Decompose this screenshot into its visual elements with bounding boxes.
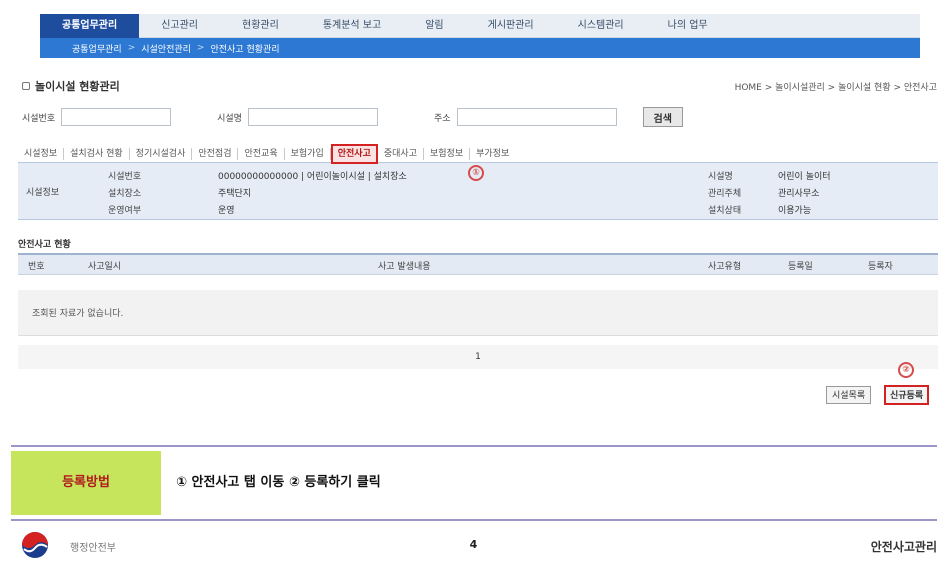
accident-table-header: 번호 사고일시 사고 발생내용 사고유형 등록일 등록자 bbox=[18, 253, 938, 275]
facility-info-label: 운영여부 bbox=[108, 206, 142, 216]
step-2-marker: ② bbox=[898, 362, 914, 378]
facility-info-label: 시설명 bbox=[708, 172, 733, 182]
facility-info-label: 설치상태 bbox=[708, 206, 742, 216]
search-row: 시설번호 시설명 주소 검색 bbox=[22, 106, 852, 128]
tab-periodic-inspection[interactable]: 정기시설검사 bbox=[130, 148, 193, 160]
column-header: 번호 bbox=[28, 262, 45, 272]
facility-number-input[interactable] bbox=[61, 108, 172, 126]
sub-nav-separator: > bbox=[127, 43, 136, 53]
accident-section-title: 안전사고 현황 bbox=[18, 240, 71, 250]
sub-nav-item[interactable]: 시설안전관리 bbox=[141, 42, 191, 55]
column-header: 사고 발생내용 bbox=[378, 262, 431, 272]
tab-extra-info[interactable]: 부가정보 bbox=[470, 148, 515, 160]
sub-nav-separator: > bbox=[196, 43, 205, 53]
address-input[interactable] bbox=[456, 108, 617, 126]
tab-major-accident[interactable]: 중대사고 bbox=[378, 148, 424, 160]
facility-info-value: 운영 bbox=[218, 206, 235, 216]
guide-label: 등록방법 bbox=[11, 451, 161, 515]
facility-info-category: 시설정보 bbox=[26, 188, 60, 198]
facility-info-value: 어린이 놀이터 bbox=[778, 172, 831, 182]
facility-info-label: 설치장소 bbox=[108, 189, 142, 199]
nav-item-notice[interactable]: 알림 bbox=[403, 14, 465, 38]
footer-title: 안전사고관리 bbox=[870, 540, 937, 554]
facility-name-label: 시설명 bbox=[217, 113, 242, 124]
facility-info-value: 주택단지 bbox=[218, 189, 252, 199]
tab-facility-info[interactable]: 시설정보 bbox=[18, 148, 65, 160]
column-header: 등록일 bbox=[788, 262, 813, 272]
sub-nav-item[interactable]: 공통업무관리 bbox=[72, 42, 122, 55]
page-title: 놀이시설 현황관리 bbox=[22, 78, 120, 94]
facility-info-value: 관리사무소 bbox=[778, 189, 820, 199]
nav-item-mywork[interactable]: 나의 업무 bbox=[646, 14, 730, 38]
nav-item-statistics[interactable]: 통계분석 보고 bbox=[301, 14, 403, 38]
tab-insurance-info[interactable]: 보험정보 bbox=[424, 148, 471, 160]
facility-info-value: 00000000000000 | 어린이놀이시설 | 설치장소 bbox=[218, 172, 407, 182]
nav-item-status[interactable]: 현황관리 bbox=[220, 14, 301, 38]
page-title-text: 놀이시설 현황관리 bbox=[35, 80, 120, 93]
tab-insurance[interactable]: 보험가입 bbox=[285, 148, 331, 160]
page-number: 4 bbox=[469, 538, 478, 551]
title-row: 놀이시설 현황관리 HOME > 놀이시설관리 > 놀이시설 현황 > 안전사고 bbox=[22, 76, 937, 96]
search-button[interactable]: 검색 bbox=[642, 107, 683, 127]
tab-safety-check[interactable]: 안전점검 bbox=[192, 148, 239, 160]
column-header: 사고유형 bbox=[708, 262, 742, 272]
facility-list-button[interactable]: 시설목록 bbox=[826, 386, 872, 404]
page-link[interactable]: 1 bbox=[475, 352, 481, 362]
empty-message: 조회된 자료가 없습니다. bbox=[32, 309, 124, 319]
tab-safety-accident[interactable]: 안전사고 bbox=[330, 144, 378, 164]
sub-nav-item[interactable]: 안전사고 현황관리 bbox=[210, 42, 279, 55]
footer: 행정안전부 4 안전사고관리 bbox=[0, 528, 947, 561]
column-header: 사고일시 bbox=[88, 262, 122, 272]
nav-item-common[interactable]: 공통업무관리 bbox=[40, 13, 140, 38]
facility-name-input[interactable] bbox=[247, 108, 378, 126]
top-nav: 공통업무관리 신고관리 현황관리 통계분석 보고 알림 게시판관리 시스템관리 … bbox=[40, 13, 920, 38]
facility-info-label: 관리주체 bbox=[708, 189, 742, 199]
breadcrumb: HOME > 놀이시설관리 > 놀이시설 현황 > 안전사고 bbox=[734, 82, 937, 93]
title-bullet-icon bbox=[22, 82, 30, 90]
pagination: 1 bbox=[18, 345, 938, 369]
nav-item-report[interactable]: 신고관리 bbox=[139, 14, 220, 38]
address-label: 주소 bbox=[433, 113, 451, 124]
facility-info-label: 시설번호 bbox=[108, 172, 142, 182]
step-1-marker: ① bbox=[468, 165, 484, 181]
register-button[interactable]: 신규등록 bbox=[884, 385, 930, 405]
accident-table-body: 조회된 자료가 없습니다. bbox=[18, 290, 938, 336]
facility-tabs: 시설정보 설치검사 현황 정기시설검사 안전점검 안전교육 보험가입 안전사고 … bbox=[18, 143, 708, 165]
guide-text: ① 안전사고 탭 이동 ② 등록하기 클릭 bbox=[176, 475, 381, 490]
facility-info-value: 이용가능 bbox=[778, 206, 812, 216]
column-header: 등록자 bbox=[868, 262, 893, 272]
tab-install-inspection[interactable]: 설치검사 현황 bbox=[64, 148, 130, 160]
tab-safety-education[interactable]: 안전교육 bbox=[238, 148, 285, 160]
guide-box: 등록방법 ① 안전사고 탭 이동 ② 등록하기 클릭 bbox=[11, 445, 937, 521]
sub-nav: 공통업무관리 > 시설안전관리 > 안전사고 현황관리 bbox=[40, 38, 920, 58]
nav-item-board[interactable]: 게시판관리 bbox=[466, 14, 556, 38]
nav-item-system[interactable]: 시스템관리 bbox=[556, 14, 646, 38]
facility-number-label: 시설번호 bbox=[22, 113, 56, 124]
